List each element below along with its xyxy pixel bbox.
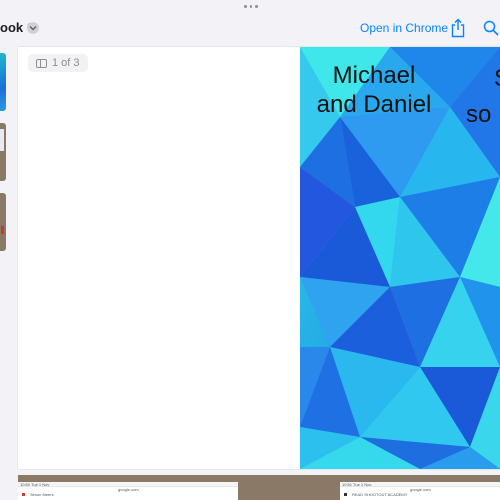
cover-title-partial: S so bbox=[466, 61, 500, 133]
cover-title-line-1: Michael bbox=[332, 62, 416, 89]
page-thumbnail-2[interactable] bbox=[0, 123, 6, 181]
next-page-preview: 10:50 Tue 1 Nov google.com Simon Meers 1… bbox=[18, 475, 500, 500]
thumbnail-content bbox=[0, 129, 4, 151]
page-indicator[interactable]: 1 of 3 bbox=[28, 54, 88, 72]
page-count-label: 1 of 3 bbox=[52, 57, 80, 69]
preview-item: READ SHOOTOUT ACADEMY bbox=[352, 492, 408, 497]
favicon-icon bbox=[344, 493, 347, 496]
preview-status: 10:50 Tue 1 Nov bbox=[20, 482, 50, 487]
screenshot-preview-right: 10:51 Tue 1 Nov google.com READ SHOOTOUT… bbox=[340, 482, 500, 500]
cover-title: Michael and Daniel bbox=[312, 61, 436, 119]
search-icon[interactable] bbox=[483, 20, 499, 36]
preview-item: Simon Meers bbox=[30, 492, 54, 497]
page-thumbnail-1[interactable] bbox=[0, 53, 6, 111]
preview-status: 10:51 Tue 1 Nov bbox=[342, 482, 372, 487]
screenshot-preview-left: 10:50 Tue 1 Nov google.com Simon Meers bbox=[18, 482, 238, 500]
chevron-down-icon[interactable] bbox=[27, 22, 39, 34]
share-icon[interactable] bbox=[450, 18, 466, 38]
favicon-icon bbox=[22, 493, 25, 496]
sidebar-toggle-icon bbox=[36, 58, 47, 68]
cover-partial-line-1: S bbox=[466, 61, 500, 97]
cover-title-line-2: and Daniel bbox=[316, 91, 432, 118]
preview-url: google.com bbox=[118, 487, 139, 492]
book-cover: Michael and Daniel S so bbox=[300, 47, 500, 469]
page-thumbnail-3[interactable] bbox=[0, 193, 6, 251]
multitasking-dots-icon[interactable] bbox=[244, 4, 259, 10]
open-in-chrome-button[interactable]: Open in Chrome bbox=[360, 21, 448, 35]
preview-url: google.com bbox=[410, 487, 431, 492]
thumbnail-content bbox=[1, 226, 4, 234]
cover-partial-line-2: so bbox=[466, 101, 492, 128]
